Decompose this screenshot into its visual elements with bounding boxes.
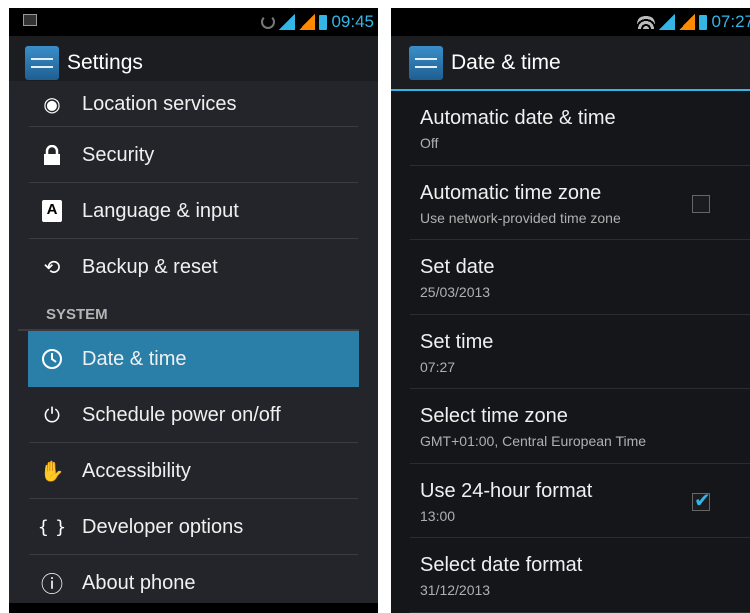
info-icon: ⓘ xyxy=(40,573,63,598)
pref-summary: Off xyxy=(420,135,439,151)
action-bar: Date & time xyxy=(391,36,750,91)
pref-summary: GMT+01:00, Central European Time xyxy=(420,433,647,449)
page-title: Date & time xyxy=(451,50,561,74)
signal-icon xyxy=(279,14,296,30)
date-time-list: Automatic date & time Off Automatic time… xyxy=(391,91,750,613)
pref-title: Select time zone xyxy=(420,405,568,427)
settings-item-security[interactable]: Security xyxy=(9,127,378,183)
pref-title: Set time xyxy=(420,330,494,353)
pref-summary: 31/12/2013 xyxy=(420,582,491,598)
wifi-icon xyxy=(637,15,656,29)
settings-item-about-phone[interactable]: ⓘ About phone xyxy=(9,555,378,611)
automatic-time-zone-checkbox[interactable] xyxy=(692,194,710,213)
keyboard-icon: A xyxy=(37,200,67,222)
settings-item-label: Accessibility xyxy=(82,459,191,482)
settings-item-label: Language & input xyxy=(82,199,239,222)
pref-title: Automatic date & time xyxy=(420,107,616,129)
settings-item-label: Location services xyxy=(82,92,237,115)
clock-icon xyxy=(37,348,67,370)
settings-item-date-time[interactable]: Date & time xyxy=(28,331,359,387)
settings-list: ◉ Location services Security A Language … xyxy=(9,81,378,603)
status-clock: 09:45 xyxy=(331,12,374,31)
lock-icon xyxy=(37,145,67,165)
settings-item-accessibility[interactable]: ✋ Accessibility xyxy=(9,443,378,499)
signal-icon xyxy=(659,14,676,30)
settings-item-location-services[interactable]: ◉ Location services xyxy=(9,81,378,127)
backup-icon: ⟲ xyxy=(43,255,61,279)
settings-screen: 09:45 Settings ◉ Location services Secur… xyxy=(9,8,378,613)
pref-select-time-zone[interactable]: Select time zone GMT+01:00, Central Euro… xyxy=(391,389,750,464)
settings-item-backup-reset[interactable]: ⟲ Backup & reset xyxy=(9,239,378,295)
pref-title: Select date format xyxy=(420,554,583,576)
pref-summary: 07:27 xyxy=(420,358,456,375)
location-icon: ◉ xyxy=(43,92,61,116)
signal-roaming-icon xyxy=(299,14,316,30)
page-title: Settings xyxy=(67,50,143,74)
pref-automatic-date-time[interactable]: Automatic date & time Off xyxy=(391,91,750,166)
braces-icon: { } xyxy=(37,516,67,538)
hand-icon: ✋ xyxy=(39,459,65,483)
battery-icon xyxy=(319,14,328,30)
settings-item-label: Schedule power on/off xyxy=(82,403,281,426)
sync-icon xyxy=(261,15,276,29)
pref-set-time[interactable]: Set time 07:27 xyxy=(391,315,750,390)
pref-automatic-time-zone[interactable]: Automatic time zone Use network-provided… xyxy=(391,166,750,241)
settings-app-icon[interactable] xyxy=(25,45,59,80)
pref-set-date[interactable]: Set date 25/03/2013 xyxy=(391,240,750,315)
pref-summary: 25/03/2013 xyxy=(420,284,491,300)
power-schedule-icon: ⏻ xyxy=(44,403,60,427)
section-header-system: SYSTEM xyxy=(18,295,359,331)
settings-item-label: Developer options xyxy=(82,515,244,538)
settings-item-label: Date & time xyxy=(82,347,187,370)
signal-orange-icon xyxy=(679,14,696,30)
pref-use-24-hour-format[interactable]: Use 24-hour format 13:00 xyxy=(391,464,750,539)
pref-title: Set date xyxy=(420,256,495,278)
settings-item-schedule-power[interactable]: ⏻ Schedule power on/off xyxy=(9,387,378,443)
settings-item-developer-options[interactable]: { } Developer options xyxy=(9,499,378,555)
date-time-screen: 07:27 Date & time Automatic date & time … xyxy=(391,8,750,613)
battery-icon xyxy=(699,14,708,30)
use-24-hour-format-checkbox[interactable] xyxy=(692,488,711,512)
settings-item-label: Security xyxy=(82,143,155,166)
status-clock: 07:27 xyxy=(711,12,750,31)
picture-notification-icon xyxy=(23,14,37,26)
settings-item-label: Backup & reset xyxy=(82,255,218,278)
status-bar: 09:45 xyxy=(9,8,378,36)
pref-select-date-format[interactable]: Select date format 31/12/2013 xyxy=(391,538,750,613)
settings-item-label: About phone xyxy=(82,571,196,594)
settings-app-icon[interactable] xyxy=(409,45,443,80)
settings-item-language-input[interactable]: A Language & input xyxy=(9,183,378,239)
status-bar: 07:27 xyxy=(391,8,750,36)
